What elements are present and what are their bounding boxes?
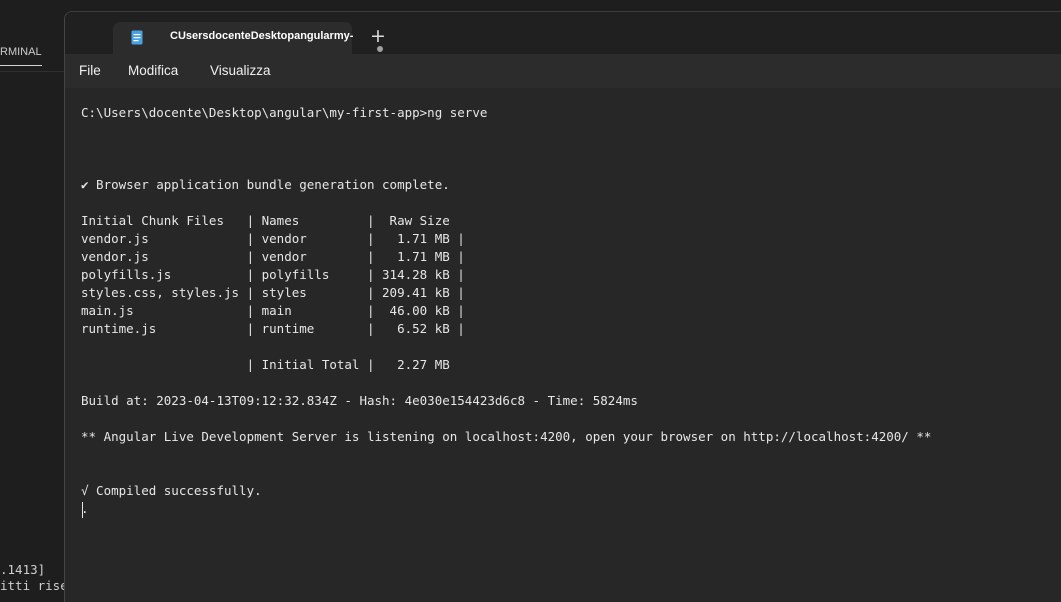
terminal-divider bbox=[0, 71, 64, 72]
editor-line: √ Compiled successfully. bbox=[81, 483, 262, 498]
terminal-tab-underline bbox=[0, 65, 42, 66]
editor-line: styles.css, styles.js | styles | 209.41 … bbox=[81, 285, 465, 300]
editor-line: Initial Chunk Files | Names | Raw Size bbox=[81, 213, 450, 228]
menu-visualizza[interactable]: Visualizza bbox=[210, 63, 271, 78]
menu-file[interactable]: File bbox=[79, 63, 101, 78]
editor-line: runtime.js | runtime | 6.52 kB | bbox=[81, 321, 465, 336]
editor-line: vendor.js | vendor | 1.71 MB | bbox=[81, 249, 465, 264]
editor-line: main.js | main | 46.00 kB | bbox=[81, 303, 465, 318]
text-caret bbox=[82, 502, 83, 518]
background-terminal-window: RMINAL .1413] itti rise bbox=[0, 0, 64, 597]
terminal-line: itti rise bbox=[0, 578, 64, 593]
document-tab[interactable]: CUsersdocenteDesktopangularmy- bbox=[113, 22, 383, 54]
editor-line: Build at: 2023-04-13T09:12:32.834Z - Has… bbox=[81, 393, 638, 408]
title-bar: CUsersdocenteDesktopangularmy- + bbox=[65, 12, 1061, 54]
new-tab-button[interactable]: + bbox=[370, 26, 386, 46]
text-editor[interactable]: C:\Users\docente\Desktop\angular\my-firs… bbox=[65, 88, 1061, 602]
editor-line: ** Angular Live Development Server is li… bbox=[81, 429, 932, 444]
editor-line: C:\Users\docente\Desktop\angular\my-firs… bbox=[81, 105, 488, 120]
notepad-file-icon bbox=[131, 30, 143, 45]
terminal-tab[interactable]: RMINAL bbox=[0, 46, 42, 58]
terminal-line: .1413] bbox=[0, 562, 46, 577]
menu-modifica[interactable]: Modifica bbox=[128, 63, 178, 78]
editor-line: polyfills.js | polyfills | 314.28 kB | bbox=[81, 267, 465, 282]
menu-bar: File Modifica Visualizza bbox=[65, 54, 1061, 88]
tab-title: CUsersdocenteDesktopangularmy- bbox=[170, 30, 354, 42]
editor-line: vendor.js | vendor | 1.71 MB | bbox=[81, 231, 465, 246]
editor-line: | Initial Total | 2.27 MB bbox=[81, 357, 450, 372]
notepad-window: CUsersdocenteDesktopangularmy- + File Mo… bbox=[64, 11, 1061, 602]
editor-line: ✔ Browser application bundle generation … bbox=[81, 177, 450, 192]
